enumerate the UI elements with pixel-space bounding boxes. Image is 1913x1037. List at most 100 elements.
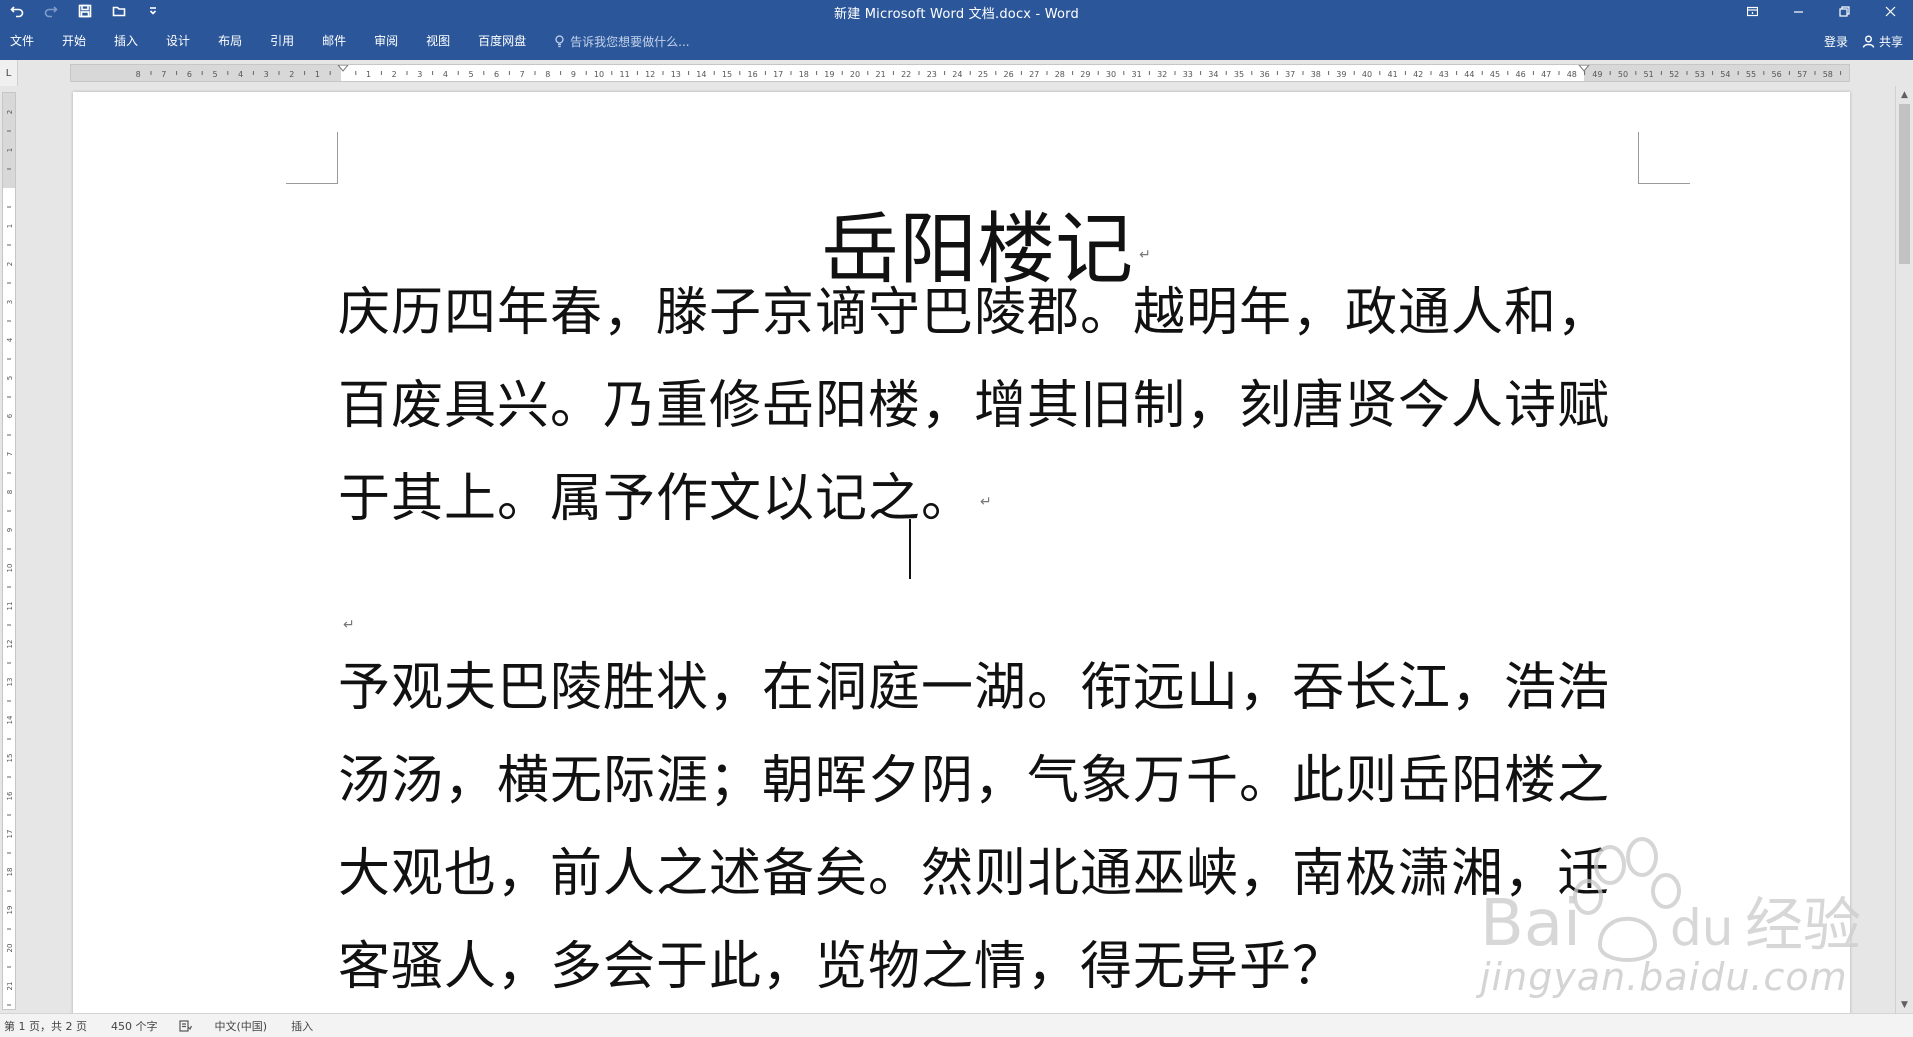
- ruler-label: 21: [6, 982, 14, 991]
- empty-paragraph[interactable]: ↵: [343, 617, 355, 633]
- ruler-label: 57: [1797, 70, 1807, 79]
- ruler-label: 30: [1106, 70, 1116, 79]
- ribbon-display-options-icon[interactable]: [1729, 0, 1775, 22]
- tab-references[interactable]: 引用: [256, 24, 308, 58]
- text-cursor: [909, 519, 911, 579]
- tell-me-search[interactable]: 告诉我您想要做什么...: [540, 33, 690, 50]
- ruler-label: 53: [1695, 70, 1705, 79]
- customize-dropdown-icon[interactable]: [142, 1, 164, 21]
- document-page[interactable]: 岳阳楼记 ↵ 庆历四年春，滕子京谪守巴陵郡。越明年，政通人和，百废具兴。乃重修岳阳…: [73, 92, 1850, 1013]
- paragraph-text: 庆历四年春，滕子京谪守巴陵郡。越明年，政通人和，百废具兴。乃重修岳阳楼，增其旧制…: [338, 283, 1611, 529]
- ruler-label: 55: [1746, 70, 1756, 79]
- window-controls: [1729, 0, 1913, 22]
- ruler-label: 1: [366, 70, 371, 79]
- ruler-label: 49: [1592, 70, 1602, 79]
- account-area: 登录 共享: [1824, 22, 1903, 60]
- tab-mailings[interactable]: 邮件: [308, 24, 360, 58]
- ruler-label: 42: [1413, 70, 1423, 79]
- ruler-label: 3: [417, 70, 422, 79]
- ruler-label: 36: [1260, 70, 1270, 79]
- ruler-label: 8: [136, 70, 141, 79]
- redo-icon[interactable]: [40, 1, 62, 21]
- ruler-label: 40: [1362, 70, 1372, 79]
- insert-mode-indicator[interactable]: 插入: [279, 1018, 325, 1034]
- tab-selector[interactable]: L: [0, 60, 18, 86]
- proofing-icon[interactable]: [169, 1019, 202, 1032]
- tab-file[interactable]: 文件: [0, 24, 48, 58]
- close-icon[interactable]: [1867, 0, 1913, 22]
- ruler-label: 56: [1772, 70, 1782, 79]
- ruler-label: 10: [6, 564, 14, 573]
- tab-baidu-netdisk[interactable]: 百度网盘: [464, 24, 540, 58]
- ruler-label: 31: [1132, 70, 1142, 79]
- ruler-label: 23: [927, 70, 937, 79]
- tab-insert[interactable]: 插入: [100, 24, 152, 58]
- ruler-label: 20: [850, 70, 860, 79]
- ruler-label: 51: [1644, 70, 1654, 79]
- vertical-ruler[interactable]: 2 1 1 2 3 4 5 6 7 8 9 10 11 12 13 14 15 16 17 18 19 20 21: [2, 92, 16, 1010]
- ruler-label: 2: [392, 70, 397, 79]
- ruler-label: 2: [6, 262, 14, 266]
- ruler-label: 7: [6, 452, 14, 456]
- ruler-label: 5: [212, 70, 217, 79]
- ruler-label: 25: [978, 70, 988, 79]
- ruler-label: 8: [545, 70, 550, 79]
- ruler-label: 33: [1183, 70, 1193, 79]
- ruler-label: 4: [238, 70, 243, 79]
- ruler-label: 9: [571, 70, 576, 79]
- ruler-label: 26: [1004, 70, 1014, 79]
- save-icon[interactable]: [74, 1, 96, 21]
- ruler-label: 6: [6, 413, 14, 418]
- scroll-up-icon[interactable]: ▲: [1896, 86, 1913, 103]
- ruler-label: 18: [6, 868, 14, 877]
- page-count[interactable]: 第 1 页，共 2 页: [0, 1018, 99, 1034]
- ruler-label: 5: [468, 70, 473, 79]
- ruler-label: 50: [1618, 70, 1628, 79]
- ruler-label: 35: [1234, 70, 1244, 79]
- ruler-label: 19: [6, 906, 14, 915]
- ruler-label: 52: [1669, 70, 1679, 79]
- ribbon: 文件 开始 插入 设计 布局 引用 邮件 审阅 视图 百度网盘 告诉我您想要做什…: [0, 22, 1913, 60]
- ruler-label: 18: [799, 70, 809, 79]
- tab-home[interactable]: 开始: [48, 24, 100, 58]
- minimize-icon[interactable]: [1775, 0, 1821, 22]
- ruler-label: 8: [6, 490, 14, 494]
- share-label: 共享: [1878, 34, 1903, 49]
- tab-view[interactable]: 视图: [412, 24, 464, 58]
- ruler-label: 44: [1464, 70, 1474, 79]
- paragraph-2[interactable]: 予观夫巴陵胜状，在洞庭一湖。衔远山，吞长江，浩浩汤汤，横无际涯；朝晖夕阴，气象万…: [338, 642, 1638, 1013]
- ruler-label: 4: [443, 70, 448, 79]
- ruler-label: 28: [1055, 70, 1065, 79]
- scroll-thumb[interactable]: [1899, 104, 1910, 264]
- ruler-label: 6: [494, 70, 499, 79]
- status-bar: 第 1 页，共 2 页 450 个字 中文(中国) 插入: [0, 1013, 1913, 1037]
- ruler-label: 1: [6, 148, 14, 152]
- undo-icon[interactable]: [6, 1, 28, 21]
- ruler-label: 41: [1388, 70, 1398, 79]
- language-indicator[interactable]: 中文(中国): [202, 1018, 279, 1034]
- share-button[interactable]: 共享: [1862, 33, 1903, 50]
- ruler-label: 12: [645, 70, 655, 79]
- window-title: 新建 Microsoft Word 文档.docx - Word: [834, 7, 1079, 22]
- vertical-scrollbar[interactable]: ▲ ▼: [1895, 86, 1913, 1013]
- ruler-label: 24: [952, 70, 962, 79]
- tab-review[interactable]: 审阅: [360, 24, 412, 58]
- ruler-label: 16: [6, 791, 14, 800]
- open-folder-icon[interactable]: [108, 1, 130, 21]
- tab-layout[interactable]: 布局: [204, 24, 256, 58]
- restore-icon[interactable]: [1821, 0, 1867, 22]
- scroll-down-icon[interactable]: ▼: [1896, 996, 1913, 1013]
- ruler-label: 48: [1567, 70, 1577, 79]
- horizontal-ruler[interactable]: 8 7 6 5 4 3 2 1 1 2 3 4 5 6 7 8 9 10 11 12 13 14 15 16 17 18 19 20 2…: [70, 64, 1850, 82]
- person-icon: [1862, 35, 1875, 48]
- tab-design[interactable]: 设计: [152, 24, 204, 58]
- signin-link[interactable]: 登录: [1824, 33, 1848, 50]
- ruler-label: 5: [6, 376, 14, 380]
- ruler-ticks: 8 7 6 5 4 3 2 1 1 2 3 4 5 6 7 8 9 10 11 12 13 14 15 16 17 18 19 20 2…: [136, 65, 1842, 79]
- ruler-label: 2: [6, 110, 14, 114]
- word-count[interactable]: 450 个字: [99, 1018, 170, 1034]
- paragraph-1[interactable]: 庆历四年春，滕子京谪守巴陵郡。越明年，政通人和，百废具兴。乃重修岳阳楼，增其旧制…: [338, 267, 1638, 549]
- ruler-label: 4: [6, 337, 14, 342]
- tell-me-placeholder: 告诉我您想要做什么...: [570, 34, 690, 49]
- ruler-label: 9: [6, 528, 14, 532]
